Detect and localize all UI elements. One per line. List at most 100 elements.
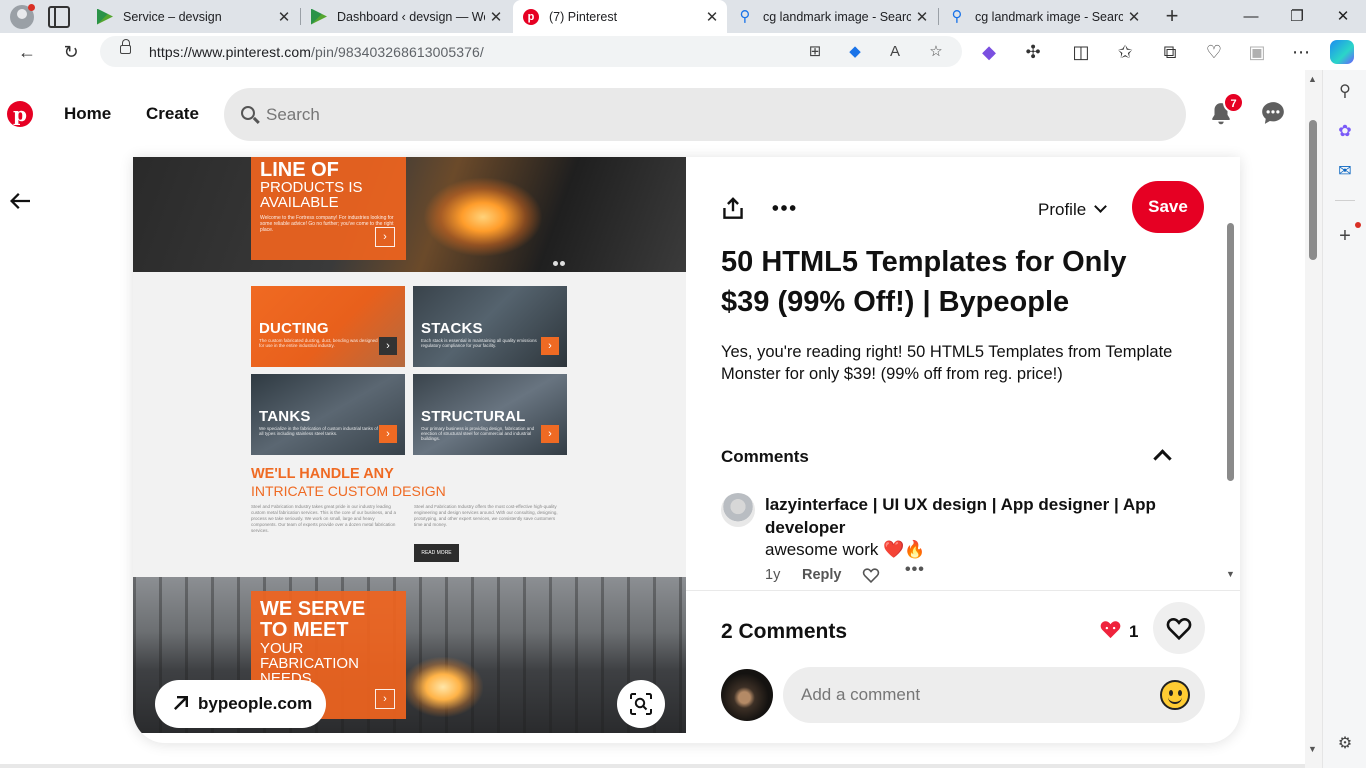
url-text[interactable]: https://www.pinterest.com/pin/9834032686…	[149, 44, 484, 60]
settings-more-button[interactable]: ⋯	[1288, 39, 1314, 65]
shopping-tag-icon[interactable]: ◆	[843, 40, 867, 64]
tab-title: cg landmark image - Search	[975, 9, 1123, 24]
messages-icon[interactable]	[1260, 100, 1286, 126]
more-options-icon[interactable]	[771, 195, 797, 221]
details-scrollbar-thumb[interactable]	[1227, 223, 1234, 481]
scroll-up-arrow-icon[interactable]: ▲	[1308, 74, 1317, 84]
sidebar-search-icon[interactable]: ⚲	[1333, 80, 1357, 104]
tab-close-icon[interactable]: ✕	[701, 8, 723, 26]
template-paragraph: Steel and Fabrication Industry takes gre…	[251, 504, 396, 533]
scrollbar-thumb[interactable]	[1309, 120, 1317, 260]
favorite-star-icon[interactable]: ☆	[924, 40, 948, 64]
tab-close-icon[interactable]: ✕	[911, 8, 933, 26]
page-scrollbar[interactable]: ▲ ▼	[1305, 70, 1322, 768]
refresh-button[interactable]: ↻	[58, 39, 84, 65]
nav-home-link[interactable]: Home	[64, 104, 111, 124]
restore-button[interactable]: ❐	[1274, 0, 1320, 33]
lock-icon[interactable]	[120, 39, 131, 54]
window-close-button[interactable]: ✕	[1320, 0, 1366, 33]
tab-close-icon[interactable]: ✕	[1123, 8, 1145, 26]
new-tab-button[interactable]: +	[1159, 3, 1185, 29]
browser-essentials-icon[interactable]: ♡	[1201, 39, 1227, 65]
collections-icon[interactable]: ⧉	[1157, 39, 1183, 65]
sidebar-add-icon[interactable]: +	[1333, 224, 1357, 248]
back-button[interactable]: ←	[14, 39, 40, 65]
tile-text: The custom fabricated ducting, duct, ben…	[259, 338, 378, 348]
save-button[interactable]: Save	[1132, 181, 1204, 233]
board-profile-dropdown[interactable]: Profile	[1038, 200, 1108, 220]
tab-close-icon[interactable]: ✕	[273, 8, 295, 26]
hero-arrow-icon: ›	[375, 227, 395, 247]
browser-tab[interactable]: Dashboard ‹ devsign — Wo ✕	[301, 0, 511, 33]
performance-icon[interactable]: ▣	[1244, 39, 1270, 65]
page-bottom-edge	[0, 764, 1305, 768]
slider-dots	[553, 253, 567, 271]
copilot-icon[interactable]	[1330, 40, 1354, 64]
share-icon[interactable]	[720, 195, 746, 221]
search-input[interactable]	[266, 102, 1066, 128]
comment-count-title: 2 Comments	[721, 620, 848, 643]
tile-text: Our primary business is providing design…	[421, 426, 535, 441]
nav-create-link[interactable]: Create	[146, 104, 199, 124]
pin-image[interactable]: Line of Products is available Welcome to…	[133, 157, 686, 733]
commenter-avatar[interactable]	[721, 493, 755, 527]
pin-title: 50 HTML5 Templates for Only $39 (99% Off…	[721, 246, 1127, 318]
sidebar-outlook-icon[interactable]: ✉	[1333, 160, 1357, 184]
browser-tab[interactable]: ⚲ cg landmark image - Search ✕	[939, 0, 1149, 33]
pinterest-logo-icon[interactable]: p	[7, 101, 33, 127]
external-link-arrow-icon	[174, 696, 188, 710]
sidebar-copilot-icon[interactable]: ✿	[1333, 120, 1357, 144]
pin-closeup-card: Line of Products is available Welcome to…	[133, 157, 1240, 743]
browser-tab[interactable]: Service – devsign ✕	[87, 0, 299, 33]
details-footer-divider	[686, 590, 1240, 591]
tab-title: Dashboard ‹ devsign — Wo	[337, 9, 485, 24]
tile-name: Tanks	[259, 408, 311, 425]
current-user-avatar[interactable]	[721, 669, 773, 721]
extensions-puzzle-icon[interactable]: ✣	[1020, 39, 1046, 65]
tab-title: cg landmark image - Search	[763, 9, 911, 24]
comment-age: 1y	[765, 567, 781, 583]
comment-input[interactable]	[801, 682, 1141, 708]
chevron-up-icon[interactable]	[1153, 449, 1172, 468]
search-icon	[241, 106, 255, 120]
favorites-icon[interactable]: ✩	[1112, 39, 1138, 65]
pinterest-search-bar[interactable]	[224, 88, 1186, 141]
comment-more-options-icon[interactable]: •••	[905, 561, 925, 579]
back-arrow-icon[interactable]	[8, 189, 32, 213]
tile-arrow-icon: ›	[541, 425, 559, 443]
add-comment-field[interactable]	[783, 667, 1205, 723]
reaction-heart-icon[interactable]	[1099, 619, 1122, 639]
extension-gem-icon[interactable]: ◆	[976, 39, 1002, 65]
scroll-down-arrow-icon[interactable]: ▼	[1308, 744, 1317, 754]
app-available-icon[interactable]: ⊞	[803, 40, 827, 64]
browser-tab[interactable]: ⚲ cg landmark image - Search ✕	[727, 0, 937, 33]
scroll-down-arrow-icon[interactable]: ▼	[1226, 569, 1235, 579]
tab-actions-icon[interactable]	[48, 6, 70, 28]
browser-tab-strip: Service – devsign ✕ Dashboard ‹ devsign …	[0, 0, 1366, 33]
custom-design-heading: We'll handle any intricate custom design	[251, 466, 446, 499]
reply-button[interactable]: Reply	[802, 567, 842, 583]
tab-close-icon[interactable]: ✕	[485, 8, 507, 26]
heart-outline-icon[interactable]	[862, 567, 880, 583]
split-screen-icon[interactable]: ◫	[1068, 39, 1094, 65]
comments-heading[interactable]: Comments	[721, 447, 809, 467]
welding-sparks-graphic	[403, 657, 483, 717]
profile-notification-dot	[28, 4, 35, 11]
details-scrollbar[interactable]: ▼	[1224, 219, 1236, 581]
read-aloud-icon[interactable]: A	[883, 40, 907, 64]
address-bar[interactable]: https://www.pinterest.com/pin/9834032686…	[100, 36, 962, 67]
tile-text: Each stack is essential in maintaining a…	[421, 338, 537, 348]
minimize-button[interactable]: —	[1228, 0, 1274, 33]
visual-search-button[interactable]	[617, 680, 665, 728]
comment-meta: 1y Reply •••	[765, 561, 924, 583]
react-button[interactable]	[1153, 602, 1205, 654]
source-link-button[interactable]: bypeople.com	[155, 680, 326, 728]
emoji-picker-icon[interactable]	[1160, 680, 1190, 710]
sidebar-settings-icon[interactable]: ⚙	[1333, 732, 1357, 756]
comment-author[interactable]: lazyinterface | UI UX design | App desig…	[765, 493, 1185, 539]
browser-tab-active[interactable]: p (7) Pinterest ✕	[513, 0, 727, 33]
pinterest-favicon-icon: p	[523, 8, 539, 25]
edge-sidebar: ⚲ ✿ ✉ + ⚙	[1322, 70, 1366, 768]
search-favicon-icon: ⚲	[951, 7, 963, 25]
devsign-favicon-icon	[311, 8, 327, 25]
